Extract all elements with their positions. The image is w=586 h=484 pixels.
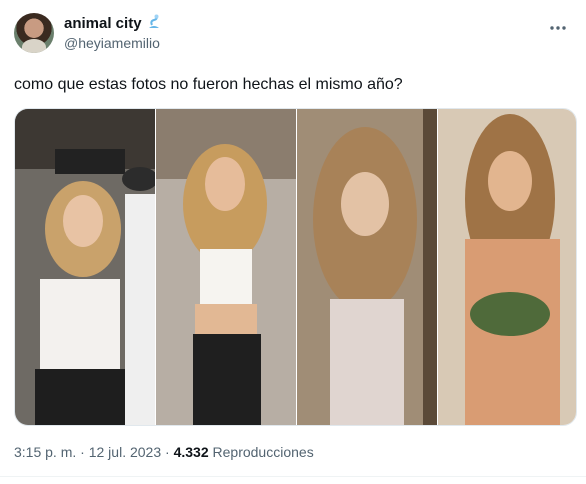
author-name[interactable]: animal city (64, 15, 142, 32)
photo-2[interactable] (156, 109, 296, 426)
photo-1[interactable] (15, 109, 158, 426)
divider (0, 476, 586, 477)
tweet-header: animal city @heyiamemilio (14, 12, 574, 56)
photo-4[interactable] (438, 109, 577, 426)
tweet-text: como que estas fotos no fueron hechas el… (14, 76, 403, 93)
author-handle[interactable]: @heyiamemilio (64, 35, 160, 51)
tweet-date[interactable]: 12 jul. 2023 (89, 444, 161, 460)
meta-separator-2: · (165, 444, 170, 460)
genie-emoji-icon (148, 14, 159, 28)
photo-3[interactable] (297, 109, 437, 426)
avatar[interactable] (14, 13, 54, 53)
tweet-time[interactable]: 3:15 p. m. (14, 444, 76, 460)
tweet-meta: 3:15 p. m. · 12 jul. 2023 · 4.332 Reprod… (14, 444, 314, 460)
tweet-media[interactable] (14, 108, 577, 426)
author-name-line[interactable]: animal city (64, 14, 162, 32)
views-count: 4.332 (173, 444, 209, 460)
views-label: Reproducciones (212, 444, 314, 460)
more-horizontal-icon[interactable] (548, 18, 568, 38)
meta-separator: · (80, 444, 85, 460)
photo-grid (15, 109, 577, 426)
